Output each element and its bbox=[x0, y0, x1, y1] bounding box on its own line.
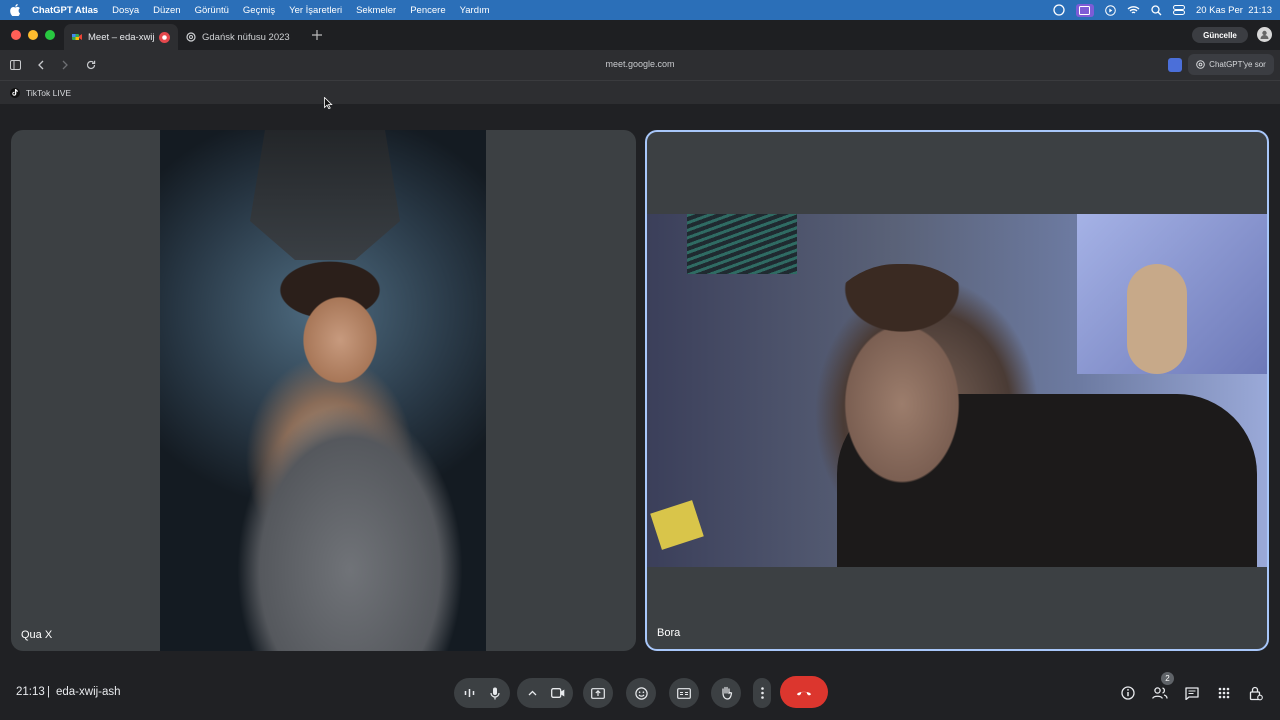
spotlight-search-icon[interactable] bbox=[1150, 4, 1163, 17]
status-app-icon[interactable] bbox=[1053, 4, 1066, 17]
apple-icon[interactable] bbox=[8, 3, 22, 17]
menu-bookmarks[interactable]: Yer İşaretleri bbox=[289, 5, 342, 16]
present-icon bbox=[591, 687, 605, 699]
host-controls-button[interactable] bbox=[1248, 685, 1264, 701]
control-center-icon[interactable] bbox=[1173, 4, 1186, 17]
chevron-up-icon bbox=[528, 690, 536, 696]
menu-view[interactable]: Görüntü bbox=[195, 5, 229, 16]
participant-tile-qua-x[interactable]: Qua X bbox=[11, 130, 636, 651]
meeting-clock: 21:13 bbox=[16, 686, 45, 698]
mic-control-group bbox=[454, 678, 510, 708]
reactions-button[interactable] bbox=[626, 678, 656, 708]
participant-video-bora bbox=[647, 214, 1267, 567]
menubar-datetime[interactable]: 20 Kas Per 21:13 bbox=[1196, 5, 1272, 16]
captions-button[interactable] bbox=[669, 678, 699, 708]
bookmark-label: TikTok LIVE bbox=[26, 87, 72, 98]
record-icon bbox=[159, 31, 170, 43]
menu-help[interactable]: Yardım bbox=[460, 5, 490, 16]
menu-window[interactable]: Pencere bbox=[410, 5, 445, 16]
browser-toolbar: meet.google.com ChatGPT'ye sor bbox=[0, 50, 1280, 80]
ask-chatgpt-label: ChatGPT'ye sor bbox=[1209, 60, 1266, 69]
participant-name: Qua X bbox=[21, 629, 53, 641]
meeting-controls-bar: 21:13 | eda-xwij-ash 2 bbox=[0, 665, 1280, 720]
translate-extension-icon[interactable] bbox=[1168, 58, 1182, 72]
chat-icon bbox=[1185, 686, 1199, 700]
meeting-info-separator: | bbox=[47, 686, 50, 698]
video-background-panel bbox=[687, 214, 797, 274]
profile-avatar[interactable] bbox=[1257, 27, 1272, 42]
camera-button[interactable] bbox=[545, 688, 571, 698]
video-background-cockpit bbox=[250, 130, 400, 260]
new-tab-button[interactable] bbox=[304, 22, 330, 48]
video-person bbox=[200, 250, 480, 651]
audio-settings-button[interactable] bbox=[456, 688, 482, 698]
chat-button[interactable] bbox=[1184, 685, 1200, 701]
play-status-icon[interactable] bbox=[1104, 4, 1117, 17]
participant-name: Bora bbox=[657, 627, 681, 639]
zoom-window-button[interactable] bbox=[45, 30, 55, 40]
audio-levels-icon bbox=[464, 689, 474, 697]
tab-gdansk[interactable]: Gdańsk nüfusu 2023 bbox=[178, 24, 302, 50]
video-person-head bbox=[817, 264, 987, 504]
bookmarks-bar: TikTok LIVE bbox=[0, 80, 1280, 104]
window-controls bbox=[0, 30, 64, 40]
people-icon bbox=[1152, 687, 1168, 699]
activities-button[interactable] bbox=[1216, 685, 1232, 701]
participant-video-qua-x bbox=[160, 130, 486, 651]
activities-icon bbox=[1218, 687, 1230, 699]
raise-hand-icon bbox=[721, 686, 732, 700]
meeting-code: eda-xwij-ash bbox=[56, 686, 121, 698]
wifi-icon[interactable] bbox=[1127, 4, 1140, 17]
screen-share-status-icon[interactable] bbox=[1075, 3, 1094, 17]
video-background-robot bbox=[1127, 264, 1187, 374]
participant-tile-bora[interactable]: Bora bbox=[645, 130, 1269, 651]
macos-menubar: ChatGPT Atlas Dosya Düzen Görüntü Geçmiş… bbox=[0, 0, 1280, 20]
emoji-icon bbox=[634, 686, 648, 700]
plus-icon bbox=[312, 30, 322, 40]
hangup-icon bbox=[797, 691, 811, 695]
participant-count-badge: 2 bbox=[1161, 672, 1174, 685]
tab-gdansk-label: Gdańsk nüfusu 2023 bbox=[202, 31, 290, 43]
menu-app-name[interactable]: ChatGPT Atlas bbox=[32, 5, 98, 16]
tab-meet[interactable]: Meet – eda-xwij-a bbox=[64, 24, 178, 50]
minimize-window-button[interactable] bbox=[28, 30, 38, 40]
info-icon bbox=[1121, 686, 1135, 700]
camera-icon bbox=[551, 688, 565, 698]
menu-file[interactable]: Dosya bbox=[112, 5, 139, 16]
mouse-cursor-icon bbox=[324, 97, 333, 109]
menu-history[interactable]: Geçmiş bbox=[243, 5, 275, 16]
chatgpt-icon bbox=[1196, 60, 1205, 69]
bookmark-tiktok-live[interactable]: TikTok LIVE bbox=[10, 87, 72, 98]
camera-options-button[interactable] bbox=[519, 690, 545, 696]
more-options-icon bbox=[760, 687, 764, 699]
microphone-button[interactable] bbox=[482, 687, 508, 700]
menu-edit[interactable]: Düzen bbox=[153, 5, 180, 16]
mic-icon bbox=[490, 687, 500, 699]
host-controls-icon bbox=[1249, 686, 1263, 700]
ask-chatgpt-button[interactable]: ChatGPT'ye sor bbox=[1188, 54, 1274, 75]
captions-icon bbox=[677, 687, 691, 699]
people-button[interactable] bbox=[1152, 685, 1168, 701]
more-options-button[interactable] bbox=[753, 678, 771, 708]
address-bar[interactable]: meet.google.com bbox=[0, 59, 1280, 69]
leave-call-button[interactable] bbox=[780, 676, 828, 708]
raise-hand-button[interactable] bbox=[711, 678, 741, 708]
tiktok-icon bbox=[10, 87, 20, 98]
meet-icon bbox=[72, 34, 82, 40]
update-button[interactable]: Güncelle bbox=[1192, 27, 1248, 43]
chatgpt-icon bbox=[186, 32, 196, 42]
browser-tabbar: Meet – eda-xwij-a Gdańsk nüfusu 2023 bbox=[0, 20, 1280, 50]
tab-meet-label: Meet – eda-xwij-a bbox=[88, 31, 155, 43]
menu-tabs[interactable]: Sekmeler bbox=[356, 5, 396, 16]
video-background-light bbox=[650, 500, 704, 550]
present-screen-button[interactable] bbox=[583, 678, 613, 708]
meeting-details-button[interactable] bbox=[1120, 685, 1136, 701]
avatar-icon bbox=[1260, 30, 1269, 39]
close-window-button[interactable] bbox=[11, 30, 21, 40]
camera-control-group bbox=[517, 678, 573, 708]
